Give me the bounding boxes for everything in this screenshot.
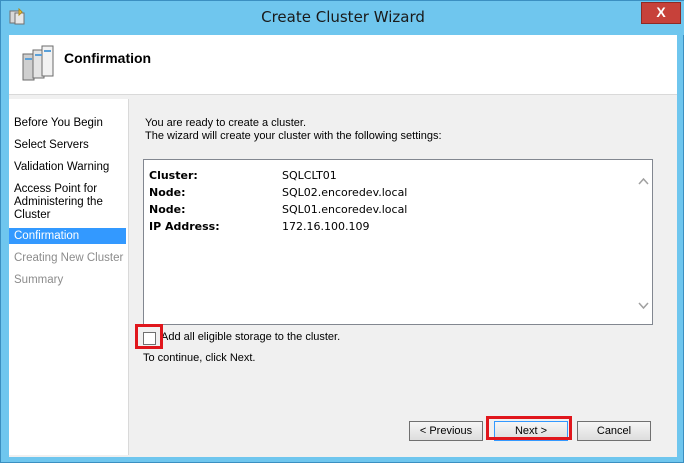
intro-text: You are ready to create a cluster. The w…: [145, 117, 442, 143]
settings-value: SQL01.encoredev.local: [282, 203, 408, 216]
nav-step-summary: Summary: [14, 274, 64, 286]
title-bar[interactable]: Create Cluster Wizard X: [1, 1, 684, 35]
settings-key: Cluster:: [149, 169, 198, 182]
wizard-steps-nav: Before You Begin Select Servers Validati…: [9, 99, 129, 455]
wizard-body: Before You Begin Select Servers Validati…: [9, 96, 677, 457]
add-storage-label[interactable]: Add all eligible storage to the cluster.: [161, 331, 340, 343]
nav-step-creating-new-cluster: Creating New Cluster: [14, 252, 124, 264]
nav-step-before-you-begin[interactable]: Before You Begin: [9, 117, 126, 130]
close-icon: X: [656, 4, 666, 20]
settings-value: SQL02.encoredev.local: [282, 186, 408, 199]
settings-value: SQLCLT01: [282, 169, 337, 182]
confirmation-content: You are ready to create a cluster. The w…: [131, 96, 677, 457]
settings-key: Node:: [149, 203, 186, 216]
nav-step-validation-warning[interactable]: Validation Warning: [9, 161, 126, 174]
settings-scrollbar[interactable]: [635, 160, 652, 324]
intro-line-1: You are ready to create a cluster.: [145, 117, 307, 129]
intro-line-2: The wizard will create your cluster with…: [145, 130, 442, 142]
settings-list[interactable]: Cluster: SQLCLT01 Node: SQL02.encoredev.…: [143, 159, 653, 325]
settings-key: IP Address:: [149, 220, 220, 233]
close-button[interactable]: X: [641, 2, 681, 24]
continue-instruction: To continue, click Next.: [143, 352, 256, 364]
scroll-up-arrow-icon[interactable]: [638, 177, 649, 187]
server-cluster-icon: [22, 45, 54, 81]
settings-key: Node:: [149, 186, 186, 199]
nav-step-select-servers[interactable]: Select Servers: [9, 139, 126, 152]
page-title: Confirmation: [64, 50, 152, 66]
next-button-highlight-annotation: [486, 416, 572, 440]
window-title: Create Cluster Wizard: [261, 8, 425, 26]
settings-value: 172.16.100.109: [282, 220, 370, 233]
wizard-window: Create Cluster Wizard X Confirmation Bef…: [0, 0, 684, 463]
scroll-down-arrow-icon[interactable]: [638, 300, 649, 310]
wizard-client-area: Confirmation Before You Begin Select Ser…: [9, 35, 677, 457]
page-header: Confirmation: [9, 35, 677, 95]
previous-button[interactable]: < Previous: [409, 421, 483, 441]
nav-step-access-point[interactable]: Access Point for Administering the Clust…: [9, 183, 119, 222]
cancel-button[interactable]: Cancel: [577, 421, 651, 441]
checkbox-highlight-annotation: [135, 324, 163, 349]
nav-step-confirmation[interactable]: Confirmation: [9, 228, 126, 244]
